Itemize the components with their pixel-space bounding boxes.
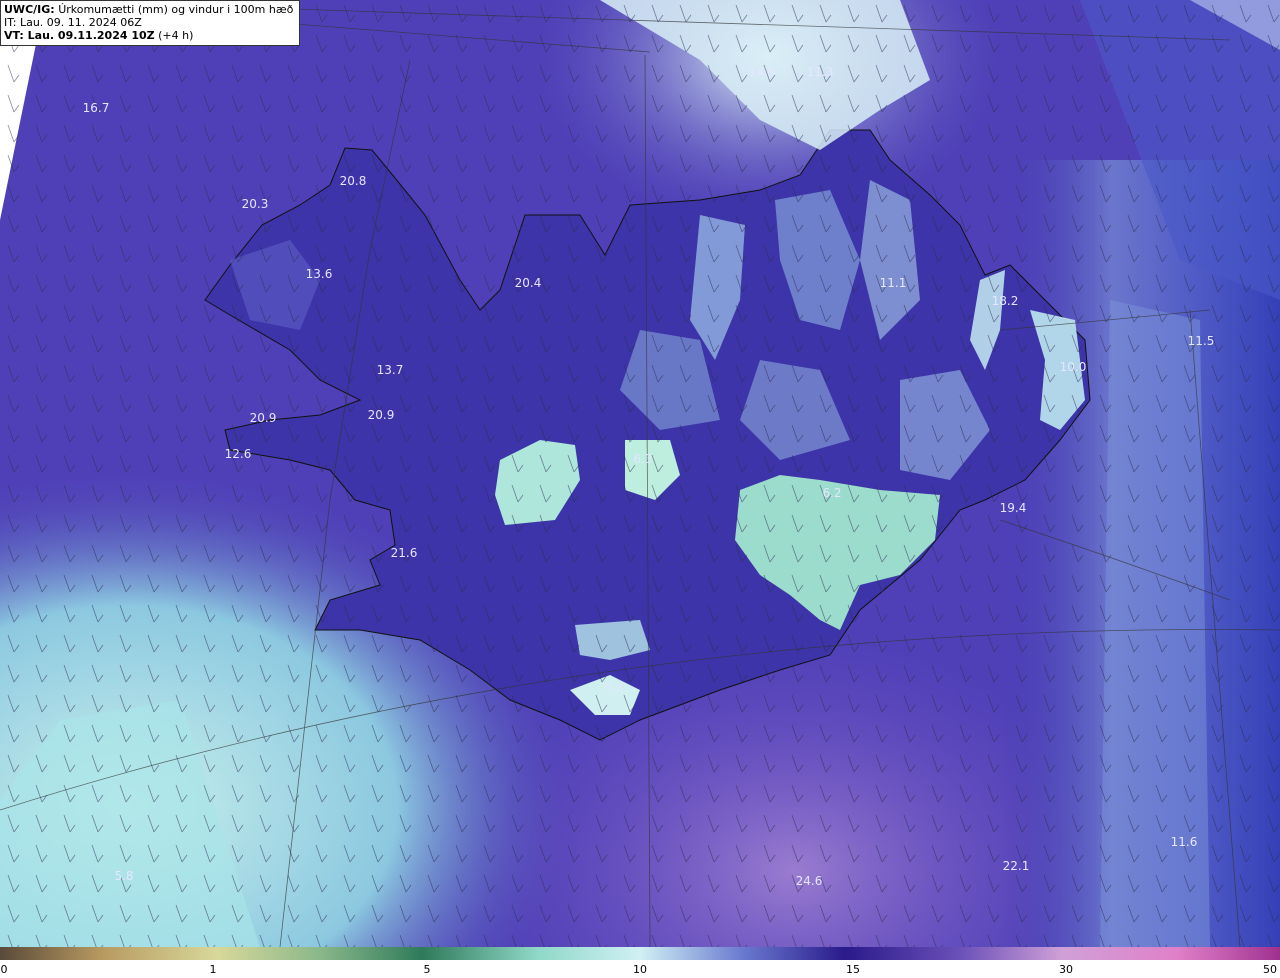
value-label: 13.7 [376, 363, 404, 377]
colorbar-tick: 10 [633, 963, 647, 976]
valid-time-row: VT: Lau. 09.11.2024 10Z (+4 h) [4, 29, 293, 42]
map-canvas [0, 0, 1280, 948]
value-label: 24.6 [795, 874, 823, 888]
colorbar-strip [0, 947, 1280, 960]
value-label: 11.1 [879, 276, 907, 290]
colorbar-tick: 1 [209, 963, 217, 976]
value-label: 6.3 [633, 452, 653, 466]
colorbar-tick: 50 [1263, 963, 1277, 976]
value-label: 18.2 [991, 294, 1019, 308]
value-label: 20.4 [514, 276, 542, 290]
value-label: 5.8 [114, 869, 134, 883]
value-label: 11.3 [806, 65, 834, 79]
wind-barbs [0, 0, 1280, 947]
field-description: Úrkomumætti (mm) og vindur i 100m hæð [58, 3, 294, 16]
header-title-row: UWC/IG: Úrkomumætti (mm) og vindur i 100… [4, 3, 293, 16]
colorbar-tick: 15 [846, 963, 860, 976]
value-label: 14.5 [748, 65, 776, 79]
value-label: 12.6 [224, 447, 252, 461]
colorbar-tick: 5 [423, 963, 431, 976]
value-label: 20.3 [241, 197, 269, 211]
value-label: 9.8 [604, 681, 624, 695]
value-label: 6.2 [822, 486, 842, 500]
initial-time: IT: Lau. 09. 11. 2024 06Z [4, 16, 142, 29]
value-label: 11.5 [1187, 334, 1215, 348]
forecast-offset: (+4 h) [158, 29, 194, 42]
value-label: 10.0 [1059, 360, 1087, 374]
map-header: UWC/IG: Úrkomumætti (mm) og vindur i 100… [0, 0, 301, 46]
value-label: 20.8 [339, 174, 367, 188]
value-label: 21.6 [390, 546, 418, 560]
value-label: 11.6 [1170, 835, 1198, 849]
value-label: 13.6 [305, 267, 333, 281]
value-label: 20.9 [367, 408, 395, 422]
value-label: 20.9 [249, 411, 277, 425]
value-label: 16.7 [82, 101, 110, 115]
value-label: 22.1 [1002, 859, 1030, 873]
model-label: UWC/IG: [4, 3, 55, 16]
colorbar: 0 1 5 10 15 30 50 [0, 947, 1280, 978]
colorbar-tick: 0 [0, 963, 8, 976]
colorbar-tick: 30 [1059, 963, 1073, 976]
valid-time: VT: Lau. 09.11.2024 10Z [4, 29, 155, 42]
value-label: 19.4 [999, 501, 1027, 515]
map: UWC/IG: Úrkomumætti (mm) og vindur i 100… [0, 0, 1280, 948]
